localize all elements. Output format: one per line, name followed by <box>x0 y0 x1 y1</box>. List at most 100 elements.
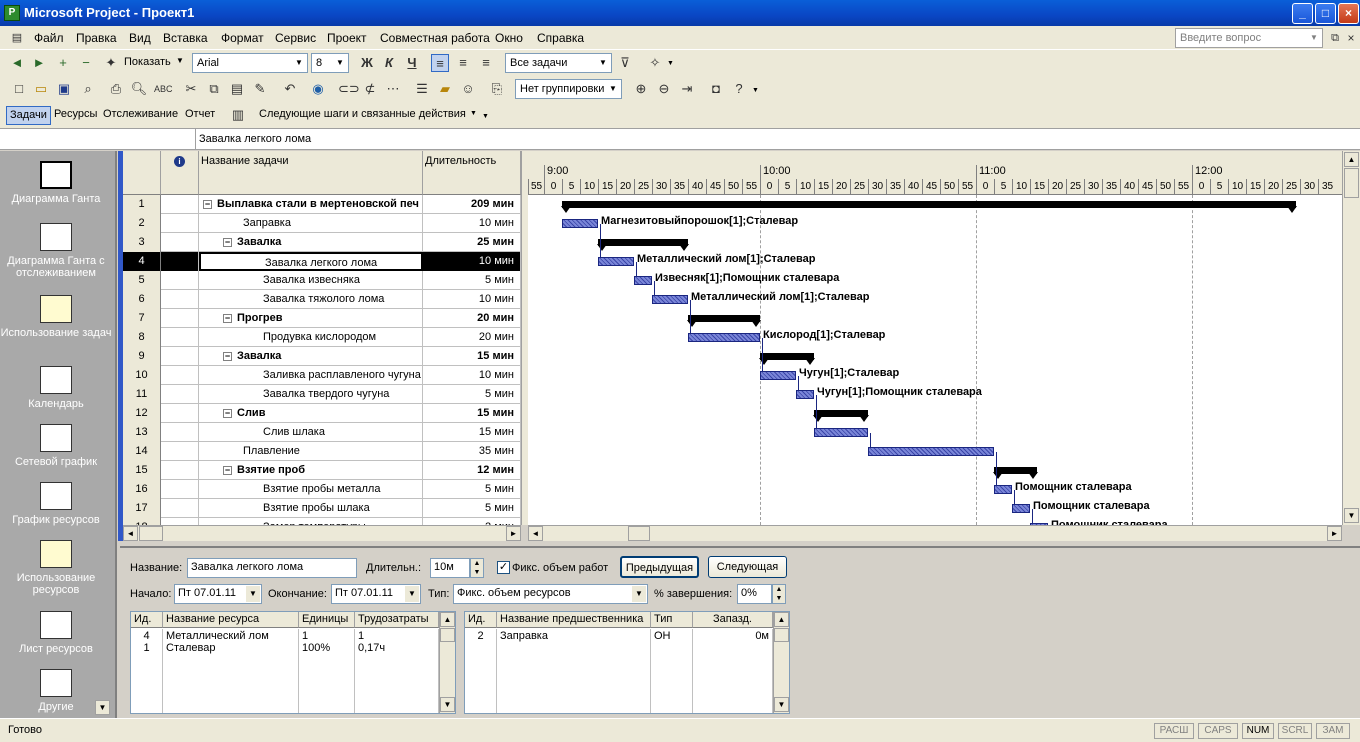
app-icon[interactable]: P <box>4 5 20 21</box>
grid-hscroll[interactable]: ◄ ► <box>123 525 521 541</box>
font-select[interactable]: Arial ▼ <box>192 53 308 73</box>
task-bar[interactable] <box>868 447 994 456</box>
form-name-input[interactable]: Завалка легкого лома <box>187 558 357 578</box>
task-bar[interactable] <box>562 219 598 228</box>
task-row[interactable]: 4 Завалка легкого лома 10 мин <box>123 252 521 271</box>
copy-picture-icon[interactable]: ⎘ <box>488 80 506 98</box>
menu-window[interactable]: Окно <box>495 31 523 45</box>
form-start-input[interactable]: Пт 07.01.11 ▼ <box>174 584 262 604</box>
task-row[interactable]: 2 Заправка 10 мин <box>123 214 521 233</box>
bold-button[interactable]: Ж <box>358 54 376 72</box>
task-bar[interactable] <box>814 428 868 437</box>
predecessors-table-scrollbar[interactable]: ▲ ▼ <box>773 612 789 713</box>
row-name[interactable]: − Слив <box>199 404 423 423</box>
filter-select[interactable]: Все задачи ▼ <box>505 53 612 73</box>
row-id[interactable]: 9 <box>123 347 161 366</box>
menu-format[interactable]: Формат <box>221 31 264 45</box>
row-name[interactable]: Завалка тяжолого лома <box>199 290 423 309</box>
pred-lag-header[interactable]: Запазд. <box>693 612 773 628</box>
pred-row-lag[interactable]: 0м <box>693 629 773 713</box>
start-dropdown-icon[interactable]: ▼ <box>246 586 260 602</box>
menu-tools[interactable]: Сервис <box>275 31 316 45</box>
report-button[interactable]: Отчет <box>185 108 215 120</box>
goto-task-icon[interactable]: ⇥ <box>678 80 696 98</box>
row-name[interactable]: − Завалка <box>199 233 423 252</box>
gantt-hscroll-thumb[interactable] <box>628 526 650 541</box>
task-bar[interactable] <box>598 257 634 266</box>
res-units-header[interactable]: Единицы <box>299 612 355 628</box>
view-gantt[interactable]: Диаграмма Ганта <box>0 161 112 205</box>
collapse-icon[interactable]: − <box>223 409 232 418</box>
row-duration[interactable]: 10 мин <box>423 252 521 271</box>
row-name[interactable]: Завалка легкого лома <box>199 252 423 271</box>
view-task-usage[interactable]: Использование задач <box>0 295 112 339</box>
show-button[interactable]: Показать <box>124 56 171 68</box>
grid-splitter[interactable] <box>521 151 528 525</box>
split-task-icon[interactable]: ⋯ <box>384 80 402 98</box>
align-left-icon[interactable]: ≡ <box>431 54 449 72</box>
row-duration[interactable]: 15 мин <box>423 423 521 442</box>
toolbar-options-icon[interactable]: ▼ <box>667 60 674 67</box>
row-id[interactable]: 12 <box>123 404 161 423</box>
scroll-down-icon[interactable]: ▼ <box>1344 508 1359 523</box>
fixed-work-checkbox[interactable]: ✓ <box>497 561 510 574</box>
row-id[interactable]: 11 <box>123 385 161 404</box>
gantt-hscroll[interactable]: ◄ ► <box>528 525 1342 541</box>
row-id[interactable]: 17 <box>123 499 161 518</box>
row-name[interactable]: − Прогрев <box>199 309 423 328</box>
row-id[interactable]: 10 <box>123 366 161 385</box>
row-id[interactable]: 18 <box>123 518 161 525</box>
cut-icon[interactable]: ✂ <box>182 80 200 98</box>
menu-insert[interactable]: Вставка <box>163 31 208 45</box>
row-id[interactable]: 16 <box>123 480 161 499</box>
collapse-icon[interactable]: − <box>223 466 232 475</box>
next-button[interactable]: Следующая <box>708 556 787 578</box>
task-bar[interactable] <box>994 485 1012 494</box>
view-resource-sheet[interactable]: Лист ресурсов <box>0 611 112 655</box>
form-type-select[interactable]: Фикс. объем ресурсов ▼ <box>453 584 648 604</box>
grid-corner[interactable] <box>123 151 161 195</box>
duration-header[interactable]: Длительность <box>423 151 521 195</box>
plus-icon[interactable]: + <box>54 54 72 72</box>
search-icon[interactable]: ⌕ <box>79 80 97 98</box>
format-painter-icon[interactable]: ✎ <box>251 80 269 98</box>
show-dropdown-icon[interactable]: ▼ <box>176 56 184 65</box>
resources-table-scrollbar[interactable]: ▲ ▼ <box>439 612 455 713</box>
close-button[interactable]: × <box>1338 3 1359 24</box>
row-name[interactable]: Завалка извесняка <box>199 271 423 290</box>
row-duration[interactable]: 12 мин <box>423 461 521 480</box>
row-id[interactable]: 2 <box>123 214 161 233</box>
grouping-select[interactable]: Нет группировки ▼ <box>515 79 622 99</box>
row-name[interactable]: Завалка твердого чугуна <box>199 385 423 404</box>
font-size-select[interactable]: 8 ▼ <box>311 53 349 73</box>
entry-field[interactable]: Завалка легкого лома <box>199 133 311 145</box>
task-bar[interactable] <box>796 390 814 399</box>
task-row[interactable]: 11 Завалка твердого чугуна 5 мин <box>123 385 521 404</box>
gantt-scroll-left-icon[interactable]: ◄ <box>528 526 543 541</box>
res-row-1-work[interactable]: 1 0,17ч <box>355 629 439 713</box>
task-row[interactable]: 12 − Слив 15 мин <box>123 404 521 423</box>
res-scroll-up-icon[interactable]: ▲ <box>440 612 455 627</box>
arrow-left-icon[interactable]: ◄ <box>8 54 26 72</box>
menu-project[interactable]: Проект <box>327 31 367 45</box>
view-tracking-gantt[interactable]: Диаграмма Ганта с отслеживанием <box>0 223 112 279</box>
row-id[interactable]: 1 <box>123 195 161 214</box>
row-name[interactable]: − Взятие проб <box>199 461 423 480</box>
duration-spinner[interactable]: ▲ ▼ <box>470 558 484 578</box>
question-input[interactable]: Введите вопрос ▼ <box>1175 28 1323 48</box>
assign-resources-icon[interactable]: ☺ <box>459 80 477 98</box>
row-id[interactable]: 6 <box>123 290 161 309</box>
toolbar3-options-icon[interactable]: ▼ <box>482 113 489 120</box>
task-row[interactable]: 1 − Выплавка стали в мертеновской печ 209 м… <box>123 195 521 214</box>
copy-icon[interactable]: ⧉ <box>205 80 223 98</box>
name-header[interactable]: Название задачи <box>199 151 423 195</box>
toolbar2-options-icon[interactable]: ▼ <box>752 87 759 94</box>
task-info-icon[interactable]: ☰ <box>413 80 431 98</box>
task-row[interactable]: 7 − Прогрев 20 мин <box>123 309 521 328</box>
close-doc-icon[interactable]: × <box>1342 29 1360 47</box>
row-id[interactable]: 13 <box>123 423 161 442</box>
res-work-header[interactable]: Трудозатраты <box>355 612 439 628</box>
res-scroll-down-icon[interactable]: ▼ <box>440 697 455 712</box>
form-finish-input[interactable]: Пт 07.01.11 ▼ <box>331 584 421 604</box>
task-row[interactable]: 5 Завалка извесняка 5 мин <box>123 271 521 290</box>
